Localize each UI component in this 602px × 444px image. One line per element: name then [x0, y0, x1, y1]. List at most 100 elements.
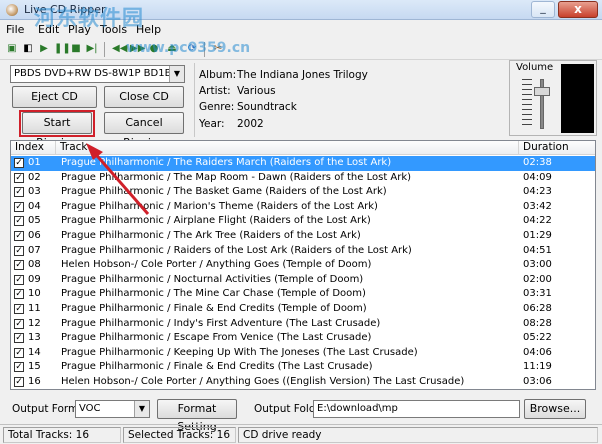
table-row[interactable]: ✓ 06 Prague Philharmonic / The Ark Tree (R…: [11, 229, 595, 244]
table-row[interactable]: ✓ 09 Prague Philharmonic / Nocturnal Activ…: [11, 273, 595, 288]
browse-button[interactable]: Browse...: [524, 399, 586, 419]
status-drive: CD drive ready: [238, 427, 598, 443]
artist-label: Artist:: [199, 85, 231, 97]
track-index: 09: [28, 273, 41, 285]
track-duration: 02:38: [523, 157, 552, 168]
album-info: Album: The Indiana Jones Trilogy Artist:…: [194, 63, 504, 137]
control-panel: PBDS DVD+RW DS-8W1P BD1B ▼ Eject CD Clos…: [0, 60, 602, 149]
track-checkbox[interactable]: ✓: [14, 187, 24, 198]
track-checkbox[interactable]: ✓: [14, 289, 24, 300]
table-row[interactable]: ✓ 04 Prague Philharmonic / Marion's Theme …: [11, 200, 595, 215]
drive-select-value: PBDS DVD+RW DS-8W1P BD1B: [14, 68, 172, 79]
table-row[interactable]: ✓ 14 Prague Philharmonic / Keeping Up With…: [11, 346, 595, 361]
watermark-url: www.pc0359.cn: [126, 40, 251, 56]
table-row[interactable]: ✓ 13 Prague Philharmonic / Escape From Ven…: [11, 331, 595, 346]
minimize-button[interactable]: _: [531, 1, 555, 18]
drive-select[interactable]: PBDS DVD+RW DS-8W1P BD1B ▼: [10, 65, 185, 83]
track-checkbox[interactable]: ✓: [14, 377, 24, 387]
chevron-down-icon[interactable]: ▼: [169, 66, 184, 82]
table-row[interactable]: ✓ 03 Prague Philharmonic / The Basket Game…: [11, 185, 595, 200]
track-title: Prague Philharmonic / Keeping Up With Th…: [61, 346, 418, 358]
column-header-track[interactable]: Track: [56, 141, 519, 155]
track-title: Prague Philharmonic / The Mine Car Chase…: [61, 288, 366, 300]
track-title: Prague Philharmonic / Finale & End Credi…: [61, 361, 373, 373]
track-title: Prague Philharmonic / Airplane Flight (R…: [61, 215, 371, 227]
track-title: Prague Philharmonic / Marion's Theme (Ra…: [61, 200, 378, 212]
artist-value: Various: [237, 85, 276, 97]
track-checkbox[interactable]: ✓: [14, 245, 24, 256]
track-title: Prague Philharmonic / Raiders of the Los…: [61, 244, 412, 256]
track-title: Prague Philharmonic / The Raiders March …: [61, 157, 392, 168]
track-checkbox[interactable]: ✓: [14, 158, 24, 168]
track-index: 11: [28, 303, 41, 314]
track-title: Prague Philharmonic / Indy's First Adven…: [61, 317, 381, 329]
volume-slider-thumb[interactable]: [534, 87, 550, 96]
table-row[interactable]: ✓ 05 Prague Philharmonic / Airplane Flight…: [11, 214, 595, 229]
previous-track-icon[interactable]: ◀◀: [112, 43, 127, 55]
next-icon[interactable]: ▶|: [86, 43, 98, 55]
track-checkbox[interactable]: ✓: [14, 347, 24, 358]
output-format-select[interactable]: VOC ▼: [75, 400, 150, 418]
output-format-value: VOC: [79, 403, 101, 414]
table-row[interactable]: ✓ 08 Helen Hobson-/ Cole Porter / Anything…: [11, 258, 595, 273]
track-index: 01: [28, 157, 41, 168]
track-checkbox[interactable]: ✓: [14, 304, 24, 314]
output-folder-input[interactable]: E:\download\mp: [313, 400, 520, 418]
table-row[interactable]: ✓ 12 Prague Philharmonic / Indy's First Ad…: [11, 317, 595, 332]
table-row[interactable]: ✓ 10 Prague Philharmonic / The Mine Car Ch…: [11, 287, 595, 302]
genre-value: Soundtrack: [237, 101, 297, 113]
track-duration: 05:22: [523, 332, 552, 344]
track-checkbox[interactable]: ✓: [14, 318, 24, 329]
track-checkbox[interactable]: ✓: [14, 172, 24, 183]
table-row[interactable]: ✓ 07 Prague Philharmonic / Raiders of the …: [11, 244, 595, 259]
close-cd-button[interactable]: Close CD: [104, 86, 184, 108]
table-row[interactable]: ✓ 16 Helen Hobson-/ Cole Porter / Anything…: [11, 375, 595, 389]
track-checkbox[interactable]: ✓: [14, 201, 24, 212]
track-table: Index Track Duration ✓ 01 Prague Philharmo…: [10, 140, 596, 390]
track-duration: 04:22: [523, 215, 552, 227]
eject-cd-button[interactable]: Eject CD: [12, 86, 97, 108]
track-duration: 04:06: [523, 346, 552, 358]
volume-level-meter: [561, 64, 594, 133]
status-selected-tracks: Selected Tracks: 16: [123, 427, 236, 443]
volume-label: Volume: [516, 62, 554, 73]
track-title: Prague Philharmonic / Finale & End Credi…: [61, 303, 367, 314]
status-bar: Total Tracks: 16 Selected Tracks: 16 CD …: [0, 424, 602, 444]
year-label: Year:: [199, 118, 225, 130]
format-setting-button[interactable]: Format Setting: [157, 399, 237, 433]
track-checkbox[interactable]: ✓: [14, 231, 24, 241]
play-icon[interactable]: ▶: [38, 43, 50, 55]
track-checkbox[interactable]: ✓: [14, 333, 24, 344]
column-header-index[interactable]: Index: [11, 141, 56, 155]
output-bar: Output Format VOC ▼ Format Setting Outpu…: [0, 397, 602, 433]
track-index: 07: [28, 244, 41, 256]
track-title: Prague Philharmonic / Nocturnal Activiti…: [61, 273, 364, 285]
track-checkbox[interactable]: ✓: [14, 260, 24, 271]
table-row[interactable]: ✓ 15 Prague Philharmonic / Finale & End Cr…: [11, 360, 595, 375]
pause-icon[interactable]: ❚❚: [54, 43, 71, 55]
close-window-button[interactable]: x: [558, 1, 598, 18]
track-checkbox[interactable]: ✓: [14, 274, 24, 285]
folder-icon[interactable]: ▣: [6, 43, 18, 55]
track-checkbox[interactable]: ✓: [14, 216, 24, 227]
track-index: 04: [28, 200, 41, 212]
track-duration: 01:29: [523, 230, 552, 241]
track-index: 13: [28, 332, 41, 344]
track-index: 10: [28, 288, 41, 300]
column-header-duration[interactable]: Duration: [519, 141, 595, 155]
chevron-down-icon[interactable]: ▼: [134, 401, 149, 417]
table-row[interactable]: ✓ 02 Prague Philharmonic / The Map Room - …: [11, 171, 595, 186]
cancel-ripping-button[interactable]: Cancel Ripping: [104, 112, 184, 149]
track-index: 08: [28, 259, 41, 271]
table-row[interactable]: ✓ 11 Prague Philharmonic / Finale & End Cr…: [11, 302, 595, 317]
year-value: 2002: [237, 118, 264, 130]
track-checkbox[interactable]: ✓: [14, 362, 24, 373]
menu-file[interactable]: File: [6, 23, 24, 36]
stop-icon[interactable]: ■: [70, 43, 82, 55]
table-row[interactable]: ✓ 01 Prague Philharmonic / The Raiders Mar…: [11, 156, 595, 171]
track-index: 12: [28, 317, 41, 329]
save-icon[interactable]: ◧: [22, 43, 34, 55]
track-duration: 04:09: [523, 171, 552, 183]
annotation-highlight-box: [19, 110, 95, 137]
track-duration: 06:28: [523, 303, 552, 314]
